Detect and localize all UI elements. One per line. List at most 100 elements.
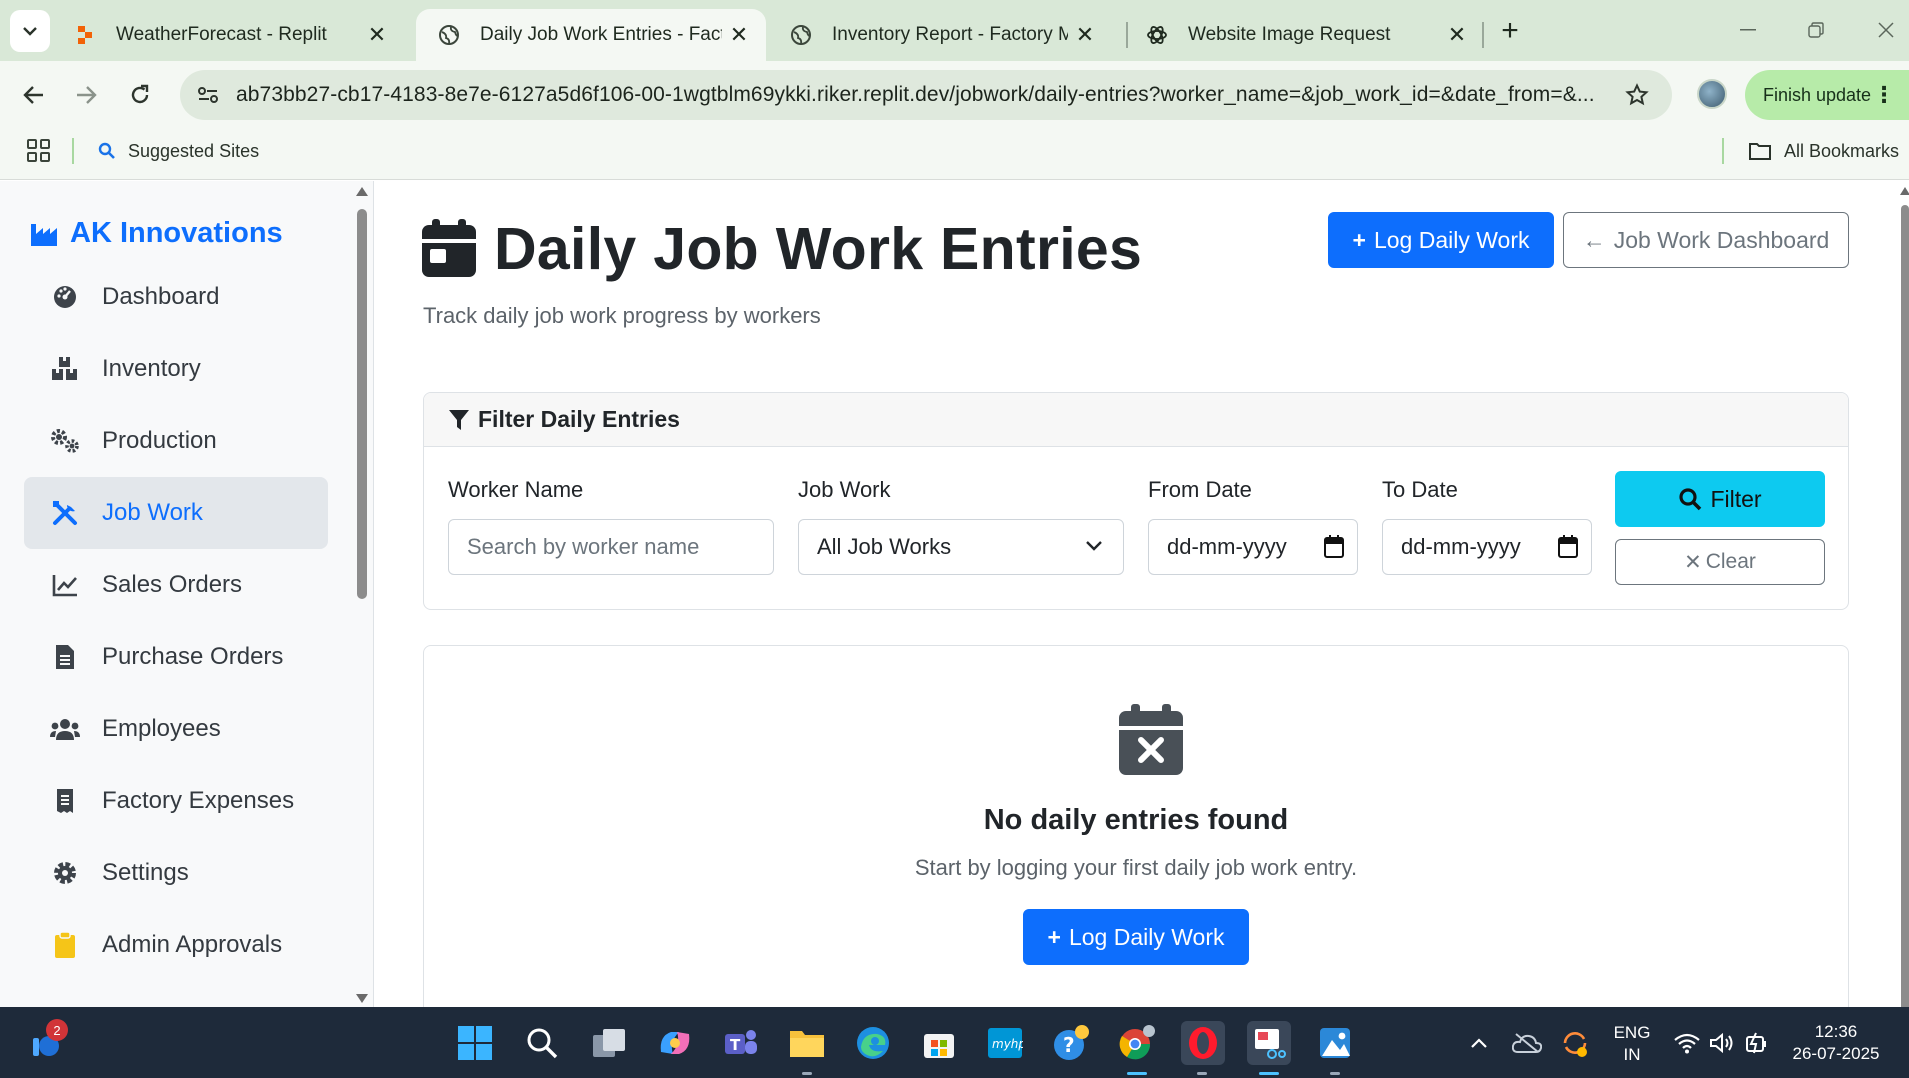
snipping-tool-icon[interactable] xyxy=(1247,1021,1291,1065)
scrollbar-thumb[interactable] xyxy=(1901,205,1909,1007)
to-date-input[interactable]: dd-mm-yyyy xyxy=(1382,519,1592,575)
sidebar-item-production[interactable]: Production xyxy=(24,405,328,477)
sidebar-item-label: Settings xyxy=(102,859,189,886)
restore-icon xyxy=(1808,22,1824,38)
forward-button[interactable] xyxy=(68,77,104,113)
close-window-button[interactable] xyxy=(1866,10,1906,50)
sidebar-item-label: Dashboard xyxy=(102,283,220,310)
clear-button[interactable]: ✕ Clear xyxy=(1615,539,1825,585)
close-icon[interactable]: ✕ xyxy=(1440,18,1474,52)
page-scrollbar[interactable] xyxy=(1899,181,1909,1007)
scroll-up-arrow-icon[interactable] xyxy=(1900,187,1909,195)
sidebar-item-sales-orders[interactable]: Sales Orders xyxy=(24,549,328,621)
start-button[interactable] xyxy=(453,1021,497,1065)
onedrive-icon[interactable] xyxy=(1505,1021,1549,1065)
sidebar-item-dashboard[interactable]: Dashboard xyxy=(24,261,328,333)
show-hidden-icons-button[interactable] xyxy=(1457,1021,1501,1065)
search-button[interactable] xyxy=(520,1021,564,1065)
back-button[interactable] xyxy=(16,77,52,113)
tools-icon xyxy=(50,498,80,528)
filter-button[interactable]: Filter xyxy=(1615,471,1825,527)
sidebar-item-admin-approvals[interactable]: Admin Approvals xyxy=(24,909,328,981)
button-label: Clear xyxy=(1705,550,1756,573)
from-date-input[interactable]: dd-mm-yyyy xyxy=(1148,519,1358,575)
chrome-browser-icon[interactable] xyxy=(1115,1021,1159,1065)
svg-text:T: T xyxy=(730,1036,741,1054)
tab-inventory-report[interactable]: Inventory Report - Factory Man ✕ xyxy=(768,9,1112,61)
to-date-placeholder: dd-mm-yyyy xyxy=(1401,534,1521,559)
empty-state-text: Start by logging your first daily job wo… xyxy=(914,855,1358,880)
plus-icon: + xyxy=(1047,923,1061,950)
brand-link[interactable]: AK Innovations xyxy=(30,217,283,250)
quick-settings-button[interactable] xyxy=(1666,1021,1776,1065)
tab-weatherforecast[interactable]: WeatherForecast - Replit ✕ xyxy=(52,9,404,61)
calendar-picker-icon[interactable] xyxy=(1557,535,1579,559)
close-icon[interactable]: ✕ xyxy=(1068,18,1102,52)
job-work-selected: All Job Works xyxy=(817,534,952,559)
tab-search-button[interactable] xyxy=(10,10,50,52)
bookmark-label: All Bookmarks xyxy=(1784,140,1900,161)
search-icon xyxy=(527,1028,558,1059)
close-icon[interactable]: ✕ xyxy=(360,18,394,52)
sidebar-item-factory-expenses[interactable]: Factory Expenses xyxy=(24,765,328,837)
bookmark-star-icon[interactable] xyxy=(1622,80,1652,110)
gear-icon xyxy=(50,858,80,888)
log-daily-work-button[interactable]: + Log Daily Work xyxy=(1328,212,1554,268)
profile-avatar[interactable] xyxy=(1697,79,1727,109)
apps-grid-icon[interactable] xyxy=(26,138,52,164)
myhp-app-icon[interactable]: myhp xyxy=(983,1021,1027,1065)
sidebar-item-settings[interactable]: Settings xyxy=(24,837,328,909)
language-indicator[interactable]: ENG IN xyxy=(1608,1022,1656,1066)
copilot-app-icon[interactable] xyxy=(653,1021,697,1065)
job-work-dashboard-button[interactable]: ← Job Work Dashboard xyxy=(1563,212,1849,268)
sidebar-scrollbar[interactable] xyxy=(354,181,370,1007)
file-explorer-icon[interactable] xyxy=(785,1021,829,1065)
kebab-menu-icon[interactable]: ⋮ xyxy=(1873,82,1895,108)
scroll-down-arrow-icon[interactable] xyxy=(356,994,368,1003)
scroll-up-arrow-icon[interactable] xyxy=(356,187,368,196)
all-bookmarks-button[interactable]: All Bookmarks xyxy=(1748,138,1899,164)
microsoft-store-icon[interactable] xyxy=(917,1021,961,1065)
get-help-icon[interactable]: ? xyxy=(1049,1021,1093,1065)
sidebar-item-label: Inventory xyxy=(102,355,201,382)
sidebar-item-purchase-orders[interactable]: Purchase Orders xyxy=(24,621,328,693)
finish-update-button[interactable]: Finish update ⋮ xyxy=(1745,70,1909,120)
url-text[interactable]: ab73bb27-cb17-4183-8e7e-6127a5d6f106-00-… xyxy=(236,83,1596,107)
empty-log-daily-work-button[interactable]: + Log Daily Work xyxy=(1023,909,1249,965)
running-indicator xyxy=(1197,1072,1207,1075)
bookmark-label: Suggested Sites xyxy=(128,140,260,161)
sidebar-item-employees[interactable]: Employees xyxy=(24,693,328,765)
globe-icon xyxy=(790,24,812,46)
chevron-up-icon xyxy=(1471,1038,1487,1048)
photos-app-icon[interactable] xyxy=(1313,1021,1357,1065)
sidebar-item-label: Admin Approvals xyxy=(102,931,283,958)
calendar-picker-icon[interactable] xyxy=(1323,535,1345,559)
sidebar-item-job-work[interactable]: Job Work xyxy=(24,477,328,549)
site-info-icon[interactable] xyxy=(194,81,222,109)
clock[interactable]: 12:36 26-07-2025 xyxy=(1782,1021,1890,1065)
finish-update-label: Finish update xyxy=(1763,84,1872,105)
region-code: IN xyxy=(1623,1045,1641,1064)
sidebar-item-inventory[interactable]: Inventory xyxy=(24,333,328,405)
tab-website-image-request[interactable]: Website Image Request ✕ xyxy=(1124,9,1484,61)
battery-icon xyxy=(1746,1032,1766,1054)
edge-browser-icon[interactable] xyxy=(851,1021,895,1065)
new-tab-button[interactable]: + xyxy=(1493,14,1527,48)
teams-app-icon[interactable]: T xyxy=(719,1021,763,1065)
reload-button[interactable] xyxy=(122,77,158,113)
task-view-button[interactable] xyxy=(587,1021,631,1065)
scrollbar-thumb[interactable] xyxy=(357,209,367,599)
worker-name-input[interactable]: Search by worker name xyxy=(448,519,774,575)
opera-browser-icon[interactable] xyxy=(1181,1021,1225,1065)
close-icon[interactable]: ✕ xyxy=(722,18,756,52)
sidebar-item-label: Production xyxy=(102,427,217,454)
job-work-select[interactable]: All Job Works xyxy=(798,519,1124,575)
tab-daily-job-work-entries[interactable]: Daily Job Work Entries - Factory ✕ xyxy=(416,9,766,61)
address-bar[interactable]: ab73bb27-cb17-4183-8e7e-6127a5d6f106-00-… xyxy=(180,70,1672,120)
bookmark-suggested-sites[interactable]: Suggested Sites xyxy=(98,138,259,164)
wifi-icon xyxy=(1674,1033,1700,1054)
restore-button[interactable] xyxy=(1796,10,1836,50)
running-indicator xyxy=(1330,1072,1340,1075)
minimize-button[interactable] xyxy=(1728,10,1768,50)
sync-icon[interactable] xyxy=(1553,1021,1597,1065)
